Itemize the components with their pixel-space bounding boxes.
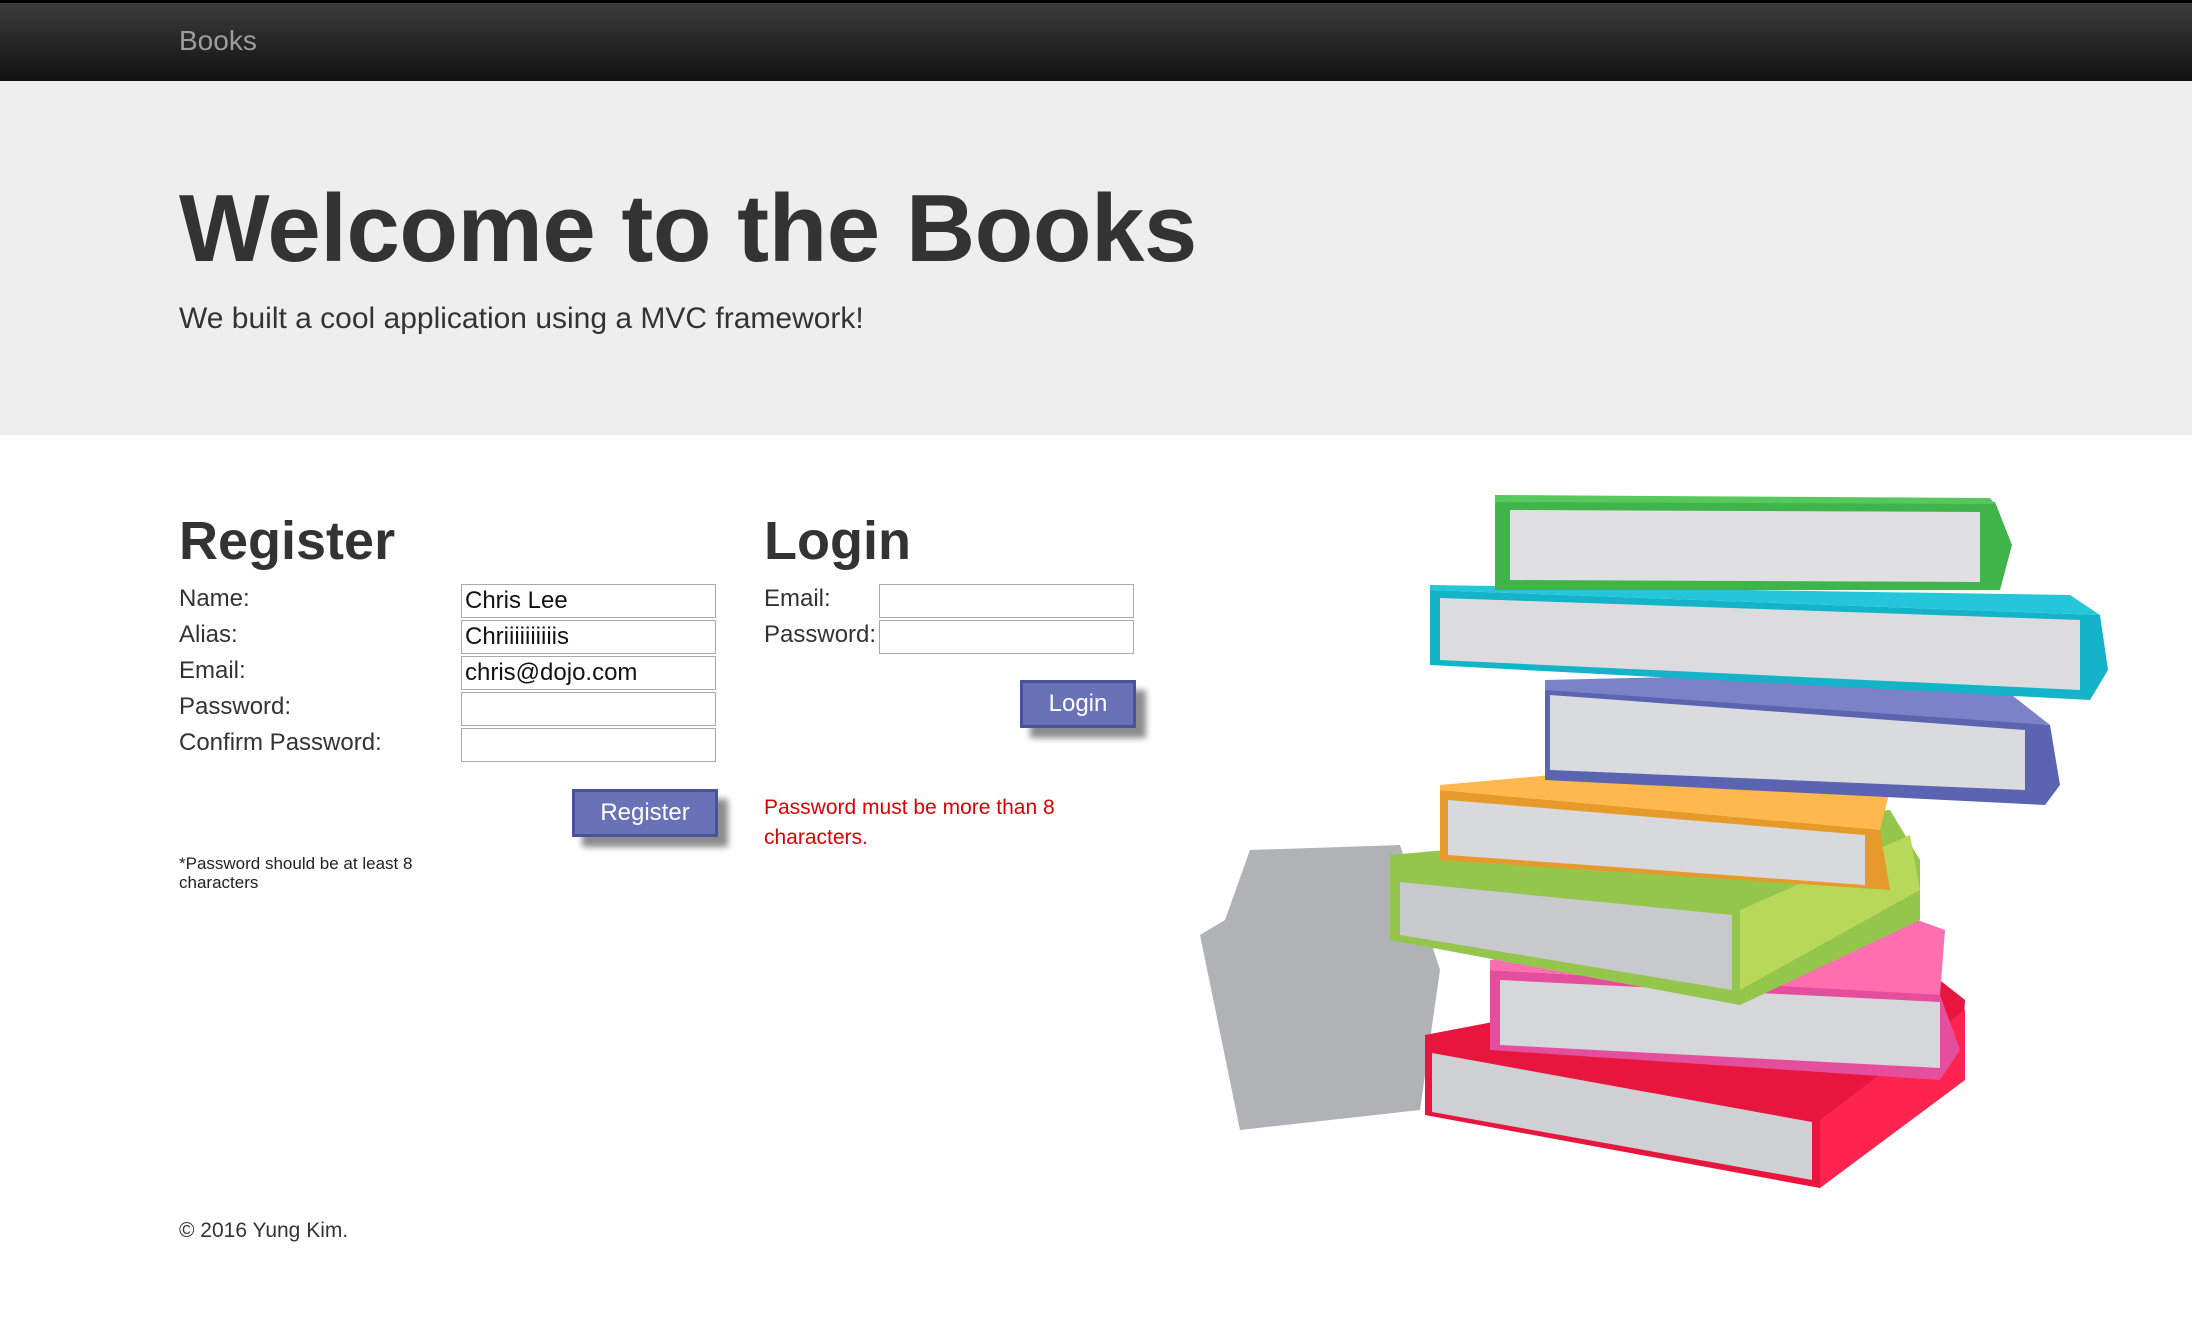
login-error-message: Password must be more than 8 characters. <box>764 796 1055 850</box>
register-email-input[interactable] <box>461 656 716 690</box>
register-email-label: Email: <box>179 657 246 684</box>
login-email-input[interactable] <box>879 584 1134 618</box>
navbar: Books <box>0 0 2192 81</box>
register-password-input[interactable] <box>461 692 716 726</box>
register-name-input[interactable] <box>461 584 716 618</box>
register-alias-input[interactable] <box>461 620 716 654</box>
teal-book <box>1430 585 2108 700</box>
register-confirm-label: Confirm Password: <box>179 729 382 756</box>
stack-of-books-illustration <box>1200 495 2108 1188</box>
login-button[interactable]: Login <box>1020 680 1136 728</box>
register-name-label: Name: <box>179 585 250 612</box>
footer-copyright: © 2016 Yung Kim. <box>179 1219 349 1242</box>
register-confirm-input[interactable] <box>461 728 716 762</box>
brand-link[interactable]: Books <box>179 25 257 57</box>
green-book <box>1495 495 2012 590</box>
jumbotron: Welcome to the Books We built a cool app… <box>0 81 2192 435</box>
login-title: Login <box>764 511 911 571</box>
password-hint: *Password should be at least 8 character… <box>179 854 413 892</box>
register-alias-label: Alias: <box>179 621 238 648</box>
login-password-input[interactable] <box>879 620 1134 654</box>
page-subtitle: We built a cool application using a MVC … <box>179 302 864 335</box>
register-password-label: Password: <box>179 693 292 720</box>
page-title: Welcome to the Books <box>179 175 1197 282</box>
register-title: Register <box>179 511 396 571</box>
login-email-label: Email: <box>764 585 831 612</box>
register-button[interactable]: Register <box>572 789 718 837</box>
login-password-label: Password: <box>764 621 877 648</box>
